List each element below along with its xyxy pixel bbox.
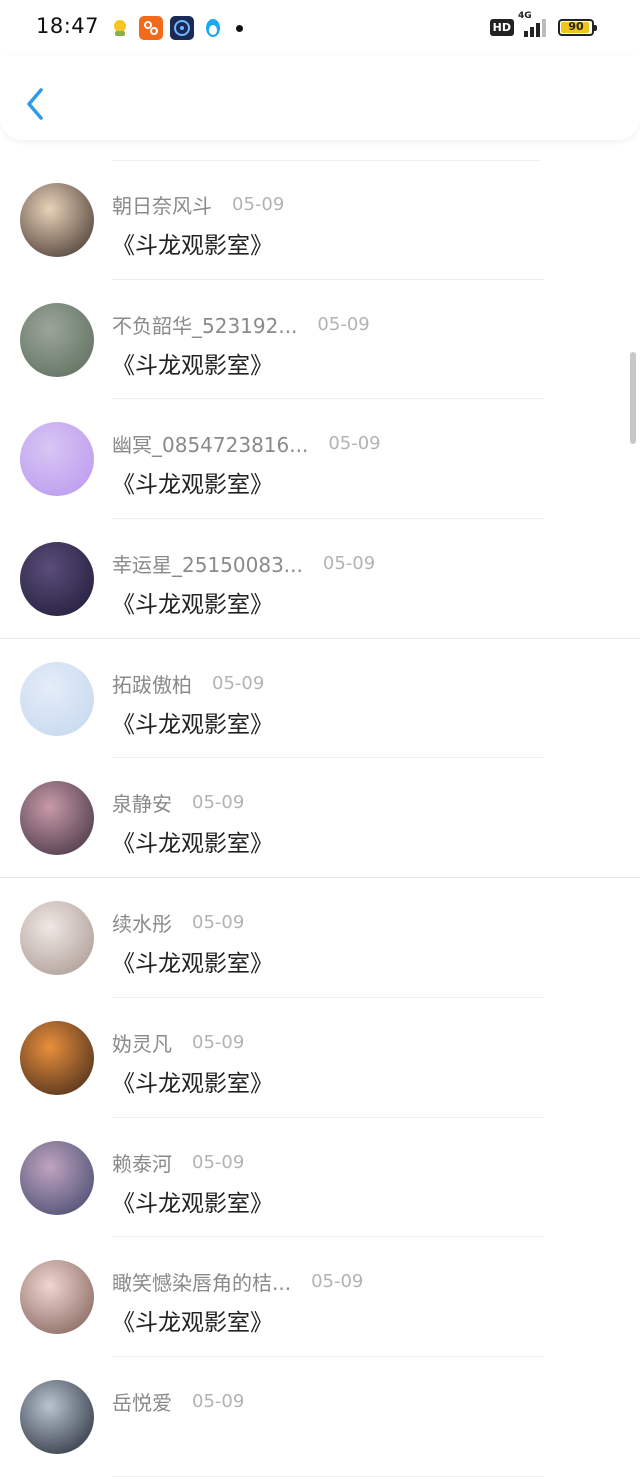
comment-item[interactable]: 幸运星_25150083... 05-09 《斗龙观影室》	[0, 519, 640, 639]
comment-item[interactable]: 泉静安 05-09 《斗龙观影室》	[0, 758, 640, 879]
comment-text: 《斗龙观影室》	[112, 592, 273, 619]
username[interactable]: 朝日奈风斗	[112, 190, 212, 219]
comment-text: 《斗龙观影室》	[112, 711, 273, 738]
divider	[112, 1475, 544, 1477]
comment-meta: 瞰笑憾染唇角的桔... 05-09	[112, 1267, 363, 1296]
avatar[interactable]	[20, 1020, 94, 1095]
comment-meta: 幽冥_0854723816... 05-09	[112, 429, 381, 458]
status-time: 18:47	[36, 14, 100, 38]
comment-meta: 岳悦爱 05-09	[112, 1387, 244, 1416]
comment-item[interactable]: 赖泰河 05-09 《斗龙观影室》	[0, 1118, 640, 1238]
battery-level: 90	[568, 19, 584, 33]
username[interactable]: 泉静安	[112, 788, 172, 817]
username[interactable]: 赖泰河	[112, 1148, 172, 1177]
scrollbar-thumb[interactable]	[630, 352, 636, 444]
comment-date: 05-09	[212, 672, 265, 694]
comment-date: 05-09	[192, 1151, 245, 1173]
avatar[interactable]	[20, 1260, 94, 1335]
avatar[interactable]	[20, 422, 94, 497]
back-button[interactable]	[18, 84, 52, 124]
comment-date: 05-09	[192, 792, 245, 814]
chevron-left-icon	[27, 88, 43, 120]
comment-text: 《斗龙观影室》	[112, 951, 273, 978]
comment-meta: 不负韶华_523192... 05-09	[112, 310, 370, 339]
comment-meta: 赖泰河 05-09	[112, 1148, 244, 1177]
comment-meta: 泉静安 05-09	[112, 788, 244, 817]
app-icon-orange	[139, 16, 163, 40]
comment-item[interactable]: 岳悦爱 05-09	[0, 1357, 640, 1477]
comment-text: 《斗龙观影室》	[112, 352, 273, 379]
comment-meta: 朝日奈风斗 05-09	[112, 190, 284, 219]
avatar[interactable]	[20, 1140, 94, 1215]
avatar[interactable]	[20, 901, 94, 976]
comment-date: 05-09	[317, 313, 370, 335]
username[interactable]: 不负韶华_523192...	[112, 310, 297, 339]
username[interactable]: 瞰笑憾染唇角的桔...	[112, 1267, 291, 1296]
comment-text: 《斗龙观影室》	[112, 233, 273, 259]
comment-list: 朝日奈风斗 05-09 《斗龙观影室》 不负韶华_523192... 05-09 《斗龙观…	[0, 160, 640, 1477]
comment-meta: 幸运星_25150083... 05-09	[112, 549, 375, 578]
comment-item[interactable]: 续水彤 05-09 《斗龙观影室》	[0, 878, 640, 998]
avatar[interactable]	[20, 302, 94, 377]
username[interactable]: 岳悦爱	[112, 1387, 172, 1416]
comment-item[interactable]: 妫灵凡 05-09 《斗龙观影室》	[0, 998, 640, 1118]
weather-icon	[108, 16, 132, 40]
comment-item[interactable]: 瞰笑憾染唇角的桔... 05-09 《斗龙观影室》	[0, 1237, 640, 1357]
comment-text: 《斗龙观影室》	[112, 831, 273, 858]
comment-item[interactable]: 不负韶华_523192... 05-09 《斗龙观影室》	[0, 280, 640, 400]
network-type: 4G	[518, 11, 532, 21]
username[interactable]: 幽冥_0854723816...	[112, 429, 308, 458]
notification-icons	[108, 16, 243, 40]
comment-date: 05-09	[192, 1390, 245, 1412]
avatar[interactable]	[20, 183, 94, 257]
comment-date: 05-09	[192, 912, 245, 934]
username[interactable]: 拓跋傲柏	[112, 669, 192, 698]
comment-date: 05-09	[328, 433, 381, 455]
avatar[interactable]	[20, 661, 94, 736]
game-icon	[170, 16, 194, 40]
comment-text: 《斗龙观影室》	[112, 1310, 273, 1337]
header-bar	[0, 56, 640, 140]
username[interactable]: 续水彤	[112, 908, 172, 937]
comment-date: 05-09	[311, 1271, 364, 1293]
signal-icon: 4G	[518, 11, 548, 37]
system-status: HD 4G 90	[489, 11, 597, 37]
comment-date: 05-09	[192, 1031, 245, 1053]
comment-date: 05-09	[232, 194, 285, 215]
more-notifications-dot	[236, 24, 243, 32]
battery-icon: 90	[558, 18, 597, 36]
comment-item[interactable]: 拓跋傲柏 05-09 《斗龙观影室》	[0, 639, 640, 759]
avatar[interactable]	[20, 1379, 94, 1454]
comment-item[interactable]: 幽冥_0854723816... 05-09 《斗龙观影室》	[0, 399, 640, 520]
avatar[interactable]	[20, 542, 94, 617]
comment-text: 《斗龙观影室》	[112, 472, 273, 499]
comment-text: 《斗龙观影室》	[112, 1190, 273, 1217]
comment-item[interactable]: 朝日奈风斗 05-09 《斗龙观影室》	[0, 160, 640, 280]
status-bar: 18:47 HD 4G 90	[0, 0, 640, 56]
qq-penguin-icon	[201, 16, 225, 40]
comment-meta: 拓跋傲柏 05-09	[112, 669, 264, 698]
comment-meta: 续水彤 05-09	[112, 908, 244, 937]
avatar[interactable]	[20, 781, 94, 856]
username[interactable]: 妫灵凡	[112, 1028, 172, 1057]
hd-badge: HD	[489, 18, 514, 36]
comment-text: 《斗龙观影室》	[112, 1070, 273, 1097]
username[interactable]: 幸运星_25150083...	[112, 549, 303, 578]
comment-date: 05-09	[322, 553, 376, 575]
comment-meta: 妫灵凡 05-09	[112, 1028, 244, 1057]
